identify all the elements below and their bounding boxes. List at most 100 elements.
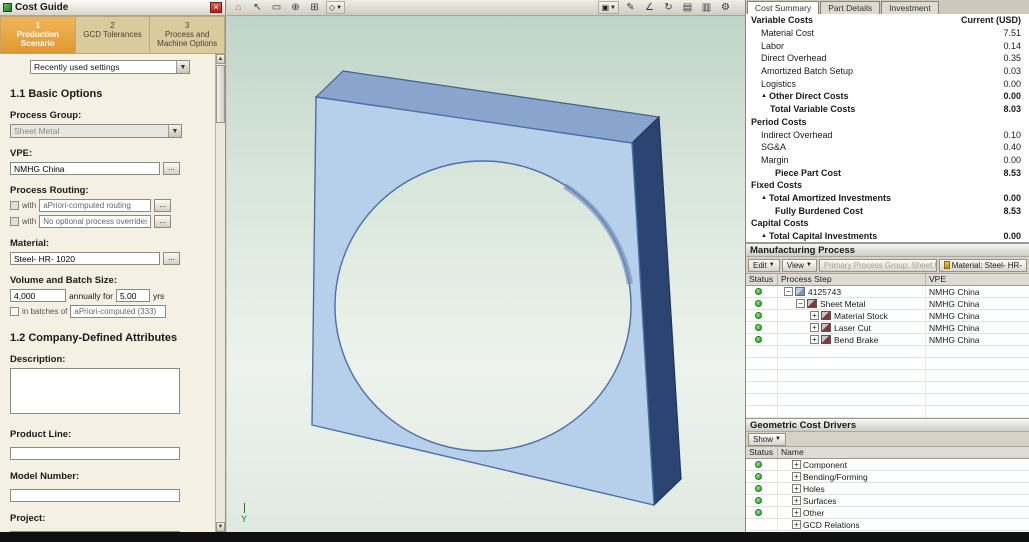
collapse-triangle-icon[interactable]: ▲ bbox=[761, 233, 767, 239]
empty-row bbox=[746, 394, 1029, 406]
zoom-icon[interactable]: ⊕ bbox=[288, 1, 303, 15]
expand-icon[interactable] bbox=[792, 520, 801, 529]
view-cube-icon: ◇ bbox=[329, 3, 335, 12]
viewport-canvas[interactable]: Y bbox=[227, 16, 745, 532]
column-status[interactable]: Status bbox=[746, 447, 778, 458]
routing-override-field[interactable] bbox=[39, 215, 151, 228]
collapse-icon[interactable] bbox=[796, 299, 805, 308]
process-group-label: Process Group: bbox=[10, 110, 207, 121]
tab-process-machine-options[interactable]: 3 Process and Machine Options bbox=[150, 16, 225, 54]
routing-override-checkbox[interactable] bbox=[10, 217, 19, 226]
process-row[interactable]: Bend Brake NMHG China bbox=[746, 334, 1029, 346]
routing-override-browse-button[interactable]: ... bbox=[154, 215, 171, 228]
column-status[interactable]: Status bbox=[746, 274, 778, 285]
process-row[interactable]: Material Stock NMHG China bbox=[746, 310, 1029, 322]
tab-cost-summary[interactable]: Cost Summary bbox=[747, 1, 819, 14]
rotate-view-icon[interactable]: ↻ bbox=[661, 1, 676, 15]
show-menu-button[interactable]: Show▼ bbox=[748, 433, 786, 446]
edit-menu-button[interactable]: Edit▼ bbox=[748, 259, 780, 272]
tab-part-details[interactable]: Part Details bbox=[820, 1, 880, 14]
view-orientation-dropdown[interactable]: ◇▼ bbox=[326, 1, 345, 14]
expand-icon[interactable] bbox=[792, 460, 801, 469]
cad-model-sheet-metal-part[interactable] bbox=[227, 16, 745, 532]
batch-size-field[interactable] bbox=[70, 305, 166, 318]
gcd-row[interactable]: Bending/Forming bbox=[746, 471, 1029, 483]
close-icon[interactable]: × bbox=[210, 2, 222, 13]
gcd-row[interactable]: Other bbox=[746, 507, 1029, 519]
vpe-browse-button[interactable]: ... bbox=[163, 162, 180, 175]
fit-view-icon[interactable]: ⊞ bbox=[307, 1, 322, 15]
primary-process-group-button[interactable]: Primary Process Group: Sheet Metal bbox=[819, 259, 937, 272]
collapse-icon[interactable] bbox=[784, 287, 793, 296]
material-field[interactable] bbox=[10, 252, 160, 265]
status-ok-icon bbox=[755, 336, 762, 343]
empty-row bbox=[746, 346, 1029, 358]
model-front-face[interactable] bbox=[312, 97, 654, 505]
batches-checkbox[interactable] bbox=[10, 307, 19, 316]
expand-icon[interactable] bbox=[792, 484, 801, 493]
description-textarea[interactable] bbox=[10, 368, 180, 414]
material-button[interactable]: Material: Steel- HR- bbox=[939, 259, 1027, 272]
recent-settings-dropdown[interactable]: Recently used settings ▼ bbox=[30, 60, 190, 74]
layers-icon[interactable]: ▤ bbox=[680, 1, 695, 15]
tab-gcd-tolerances[interactable]: 2 GCD Tolerances bbox=[76, 16, 151, 54]
left-panel-scrollbar[interactable]: ▲ ▼ bbox=[215, 54, 225, 532]
gcd-row[interactable]: Holes bbox=[746, 483, 1029, 495]
chevron-down-icon: ▼ bbox=[775, 436, 781, 442]
analysis-tabs: Cost Summary Part Details Investment bbox=[746, 0, 1029, 14]
routing-browse-button[interactable]: ... bbox=[154, 199, 171, 212]
gcd-row[interactable]: GCD Relations bbox=[746, 519, 1029, 531]
basic-options-heading: 1.1 Basic Options bbox=[10, 88, 207, 100]
column-process-step[interactable]: Process Step bbox=[778, 274, 926, 285]
display-mode-dropdown[interactable]: ▣▼ bbox=[598, 1, 619, 14]
gcd-label: Bending/Forming bbox=[803, 472, 868, 482]
gcd-row[interactable]: Component bbox=[746, 459, 1029, 471]
edit-cad-icon[interactable]: ✎ bbox=[623, 1, 638, 15]
product-line-input[interactable] bbox=[10, 447, 180, 460]
column-vpe[interactable]: VPE bbox=[926, 274, 1029, 285]
home-icon[interactable]: ⌂ bbox=[231, 1, 246, 15]
scroll-up-icon[interactable]: ▲ bbox=[216, 54, 225, 64]
annual-volume-input[interactable] bbox=[10, 289, 66, 302]
process-group-dropdown[interactable]: Sheet Metal ▼ bbox=[10, 124, 182, 138]
vpe-field[interactable] bbox=[10, 162, 160, 175]
tab-investment[interactable]: Investment bbox=[881, 1, 939, 14]
column-name[interactable]: Name bbox=[778, 447, 1029, 458]
cost-row: Period Costs bbox=[746, 116, 1029, 129]
routing-checkbox[interactable] bbox=[10, 201, 19, 210]
wizard-tabs: 1 Production Scenario 2 GCD Tolerances 3… bbox=[0, 16, 225, 54]
chart-icon[interactable]: ▥ bbox=[699, 1, 714, 15]
model-number-label: Model Number: bbox=[10, 471, 207, 482]
cost-label: Fully Burdened Cost bbox=[746, 206, 863, 216]
part-icon bbox=[795, 287, 805, 296]
expand-icon[interactable] bbox=[792, 508, 801, 517]
measure-icon[interactable]: ∠ bbox=[642, 1, 657, 15]
expand-icon[interactable] bbox=[810, 323, 819, 332]
select-cursor-icon[interactable]: ↖ bbox=[250, 1, 265, 15]
tab-production-scenario[interactable]: 1 Production Scenario bbox=[0, 16, 76, 54]
process-row[interactable]: Sheet Metal NMHG China bbox=[746, 298, 1029, 310]
routing-field[interactable] bbox=[39, 199, 151, 212]
view-menu-button[interactable]: View▼ bbox=[782, 259, 817, 272]
cost-row: Variable CostsCurrent (USD) bbox=[746, 14, 1029, 27]
collapse-triangle-icon[interactable]: ▲ bbox=[761, 195, 767, 201]
marquee-select-icon[interactable]: ▭ bbox=[269, 1, 284, 15]
expand-icon[interactable] bbox=[810, 311, 819, 320]
scrollbar-thumb[interactable] bbox=[216, 65, 225, 123]
process-row[interactable]: Laser Cut NMHG China bbox=[746, 322, 1029, 334]
gcd-table: Component Bending/Forming Holes Surfaces… bbox=[746, 459, 1029, 531]
model-number-input[interactable] bbox=[10, 489, 180, 502]
years-input[interactable] bbox=[116, 289, 150, 302]
collapse-triangle-icon[interactable]: ▲ bbox=[761, 93, 767, 99]
expand-icon[interactable] bbox=[792, 496, 801, 505]
expand-icon[interactable] bbox=[810, 335, 819, 344]
cost-value: 0.35 bbox=[1003, 53, 1029, 63]
viewport-settings-icon[interactable]: ⚙ bbox=[718, 1, 733, 15]
scroll-down-icon[interactable]: ▼ bbox=[216, 522, 225, 532]
process-row[interactable]: 4125743 NMHG China bbox=[746, 286, 1029, 298]
material-browse-button[interactable]: ... bbox=[163, 252, 180, 265]
gcd-label: Surfaces bbox=[803, 496, 837, 506]
gcd-row[interactable]: Surfaces bbox=[746, 495, 1029, 507]
manufacturing-process-title: Manufacturing Process bbox=[746, 243, 1029, 257]
expand-icon[interactable] bbox=[792, 472, 801, 481]
